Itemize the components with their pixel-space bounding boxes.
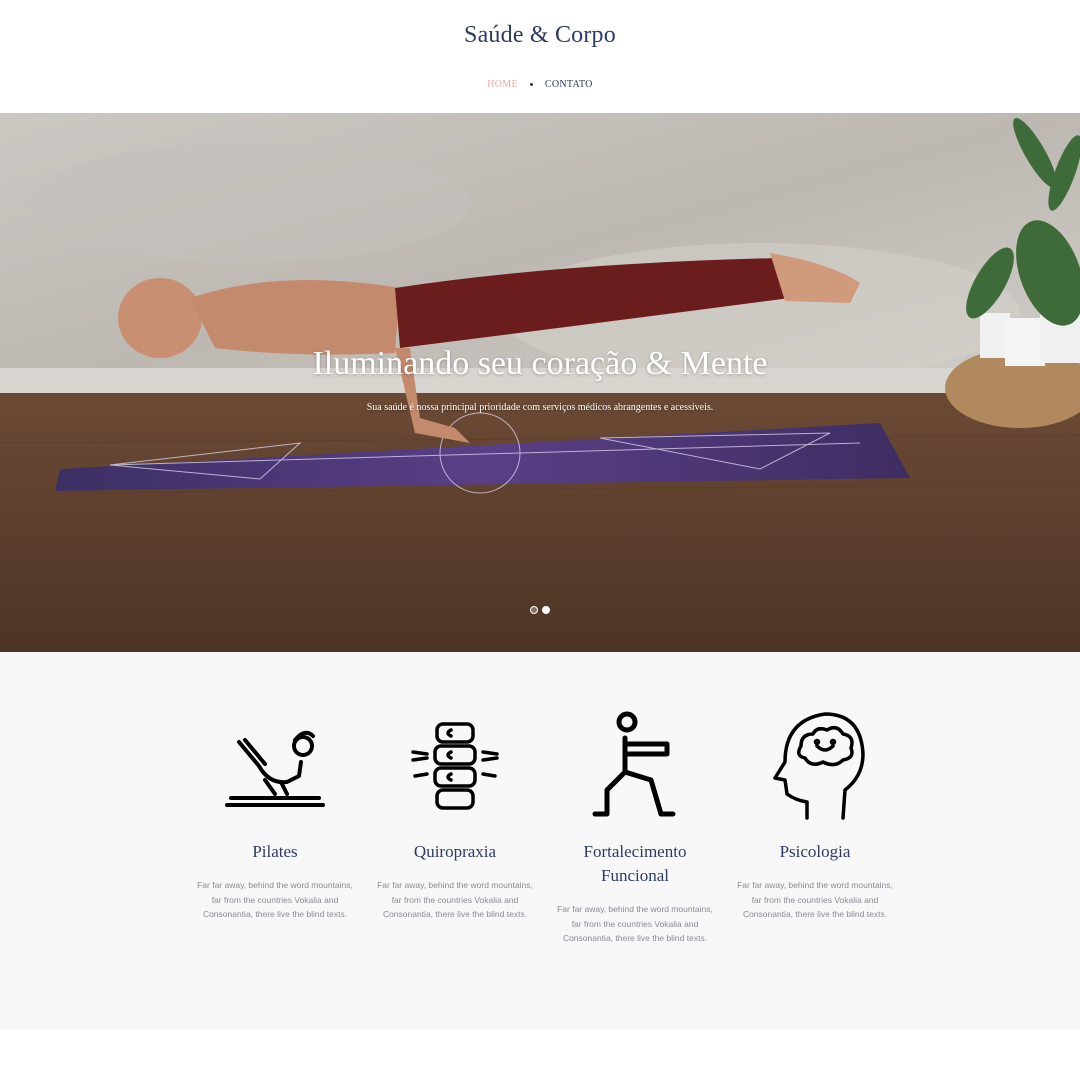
hero-title: Iluminando seu coração & Mente [312, 345, 768, 382]
hero-subtitle: Sua saúde é nossa principal prioridade c… [366, 402, 714, 413]
service-description: Far far away, behind the word mountains,… [737, 880, 893, 919]
service-title: Quiropraxia [413, 842, 497, 861]
service-title: Pilates [252, 842, 298, 861]
hero-slider: Iluminando seu coração & Mente Sua saúde… [0, 113, 1080, 652]
slider-pagination [0, 606, 1080, 614]
pilates-icon [225, 730, 325, 807]
brand-logo[interactable]: Saúde & Corpo [0, 22, 1080, 49]
service-description: Far far away, behind the word mountains,… [377, 880, 533, 919]
nav-home-link[interactable]: HOME [487, 79, 518, 90]
slider-dot-1[interactable] [530, 606, 538, 614]
service-description: Far far away, behind the word mountains,… [557, 904, 713, 943]
main-nav: HOME CONTATO [0, 79, 1080, 90]
service-description: Far far away, behind the word mountains,… [197, 880, 353, 919]
service-title: Psicologia [779, 842, 851, 861]
site-header: Saúde & Corpo HOME CONTATO [0, 0, 1080, 113]
lunge-exercise-icon [592, 711, 676, 817]
slider-dot-2[interactable] [542, 606, 550, 614]
spine-icon [411, 722, 499, 810]
head-brain-icon [773, 712, 865, 820]
service-title: Fortalecimento Funcional [583, 842, 687, 885]
nav-contato-link[interactable]: CONTATO [545, 79, 593, 90]
nav-separator [529, 83, 533, 86]
page-footer-spacer [0, 1029, 1080, 1080]
services-section: Pilates Far far away, behind the word mo… [0, 652, 1080, 1029]
